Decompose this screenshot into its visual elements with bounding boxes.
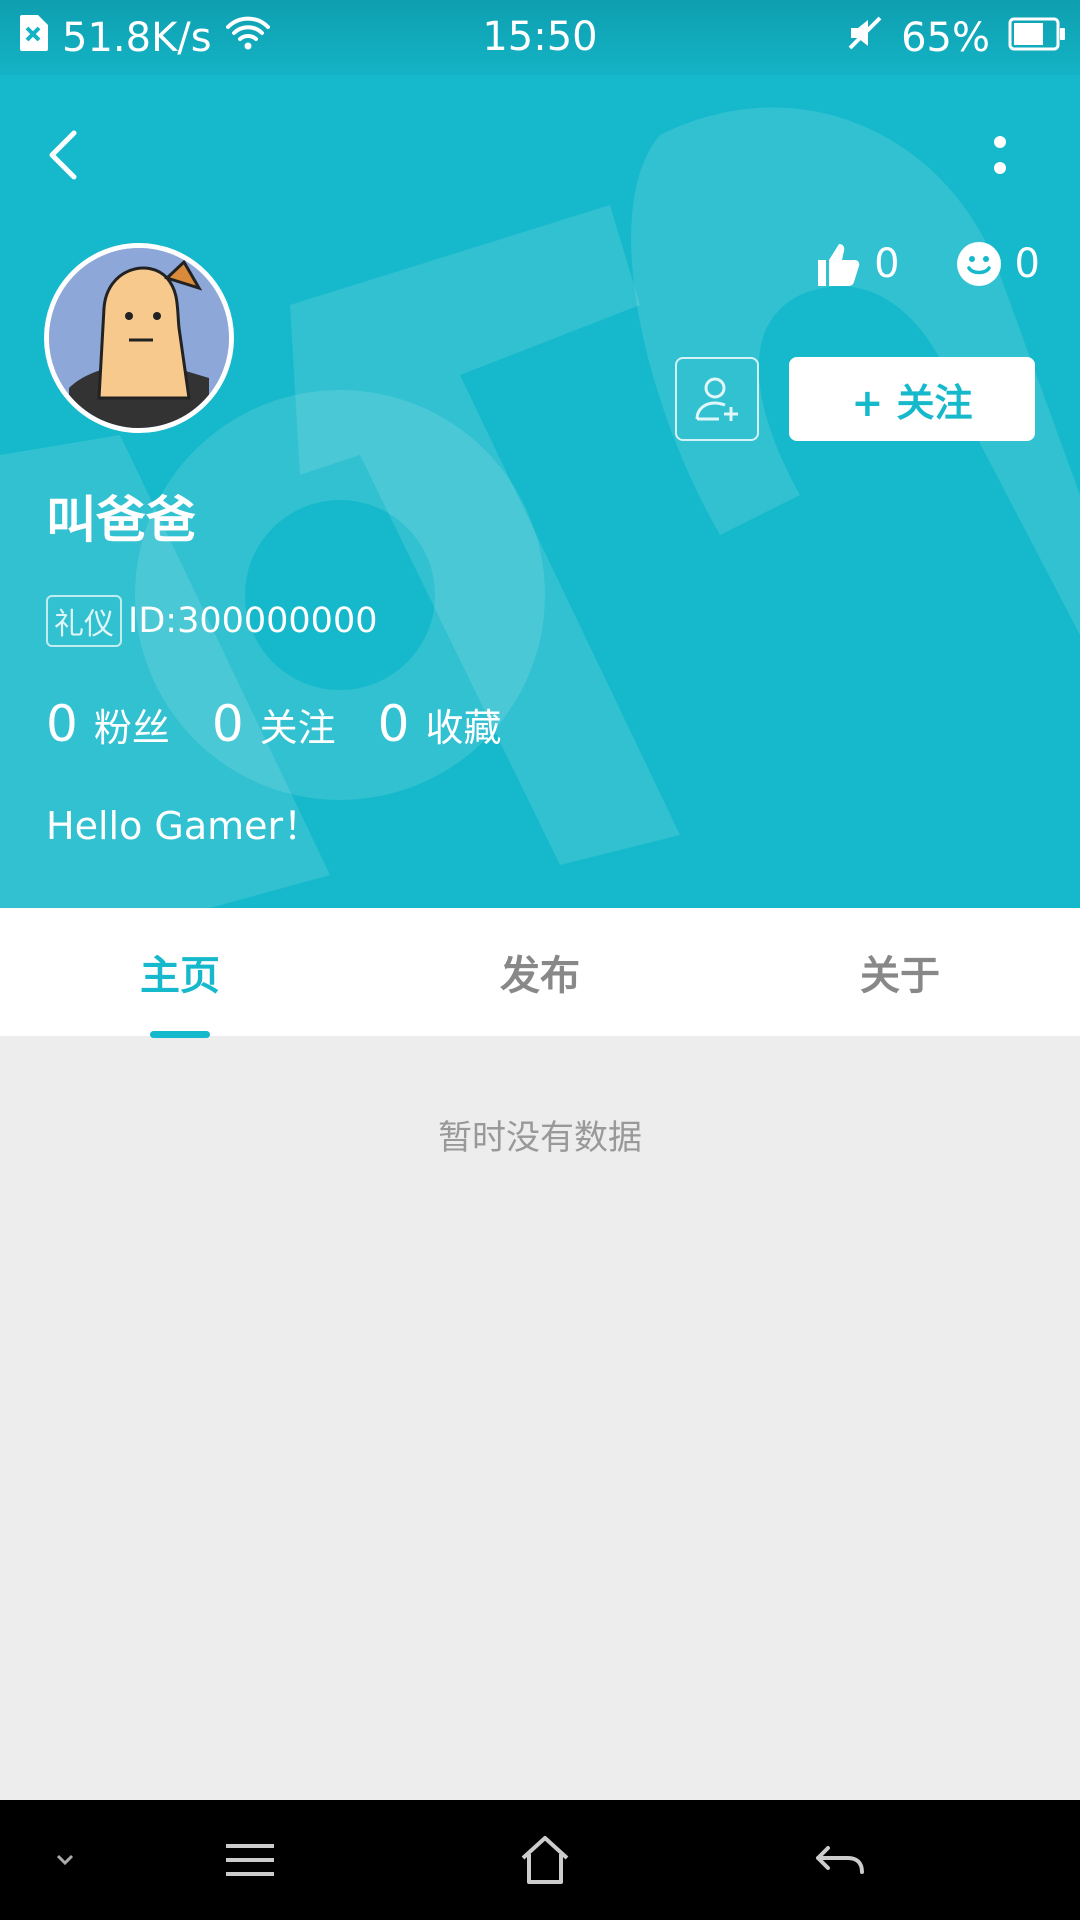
add-friend-button[interactable] [675,357,759,441]
smile-counter[interactable]: 0 [955,240,1040,288]
bio: Hello Gamer！ [46,804,322,848]
navigation-bar [0,1800,1080,1920]
back-button[interactable] [40,125,90,185]
id-row: 礼仪 ID:300000000 [46,595,377,647]
likes-count: 0 [874,241,900,287]
avatar-image [49,248,229,428]
stat-label: 收藏 [425,706,502,750]
stat-fans[interactable]: 0 粉丝 [46,695,170,753]
smile-icon [956,242,1001,286]
nav-collapse-button[interactable] [30,1800,100,1920]
smile-count: 0 [1014,241,1040,287]
likes-counter[interactable]: 0 [814,240,900,288]
tab-indicator [150,1031,210,1038]
user-id: ID:300000000 [128,601,378,641]
stat-value: 0 [46,695,78,753]
chevron-down-icon [56,1854,74,1866]
stat-value: 0 [211,695,244,753]
status-right: 65% [847,10,1066,65]
home-icon [521,1836,569,1884]
reaction-counters: 0 0 [814,240,1040,288]
avatar[interactable] [44,243,234,433]
empty-state-message: 暂时没有数据 [438,1118,642,1158]
tab-home[interactable]: 主页 [0,908,360,1036]
nav-menu-button[interactable] [210,1800,290,1920]
stat-following[interactable]: 0 关注 [212,695,336,753]
thumbs-up-icon [818,244,860,286]
stat-label: 关注 [259,706,336,750]
tab-posts[interactable]: 发布 [360,908,720,1036]
battery-icon [1008,15,1066,61]
chevron-left-icon [49,130,77,180]
stat-favorites[interactable]: 0 收藏 [378,695,502,753]
battery-percent: 65% [901,14,990,61]
more-vertical-icon [994,136,1006,174]
tab-bar: 主页 发布 关于 [0,908,1080,1036]
mute-icon [847,15,883,61]
stat-label: 粉丝 [93,706,170,750]
username: 叫爸爸 [46,491,196,549]
back-arrow-icon [816,1846,864,1874]
stats-row: 0 粉丝 0 关注 0 收藏 [46,695,501,753]
stat-value: 0 [377,695,410,753]
menu-icon [226,1844,274,1876]
etiquette-badge: 礼仪 [46,595,122,647]
profile-header: 0 0 + 关注 叫爸爸 礼仪 ID:300000000 0 粉丝 0 关注 0 收藏… [0,75,1080,908]
nav-back-button[interactable] [800,1800,880,1920]
tab-about[interactable]: 关于 [720,908,1080,1036]
nav-home-button[interactable] [500,1800,590,1920]
more-button[interactable] [980,125,1020,185]
add-user-icon [695,377,738,421]
follow-button[interactable]: + 关注 [789,357,1035,441]
status-bar: 51.8K/s 15:50 65% [0,0,1080,75]
